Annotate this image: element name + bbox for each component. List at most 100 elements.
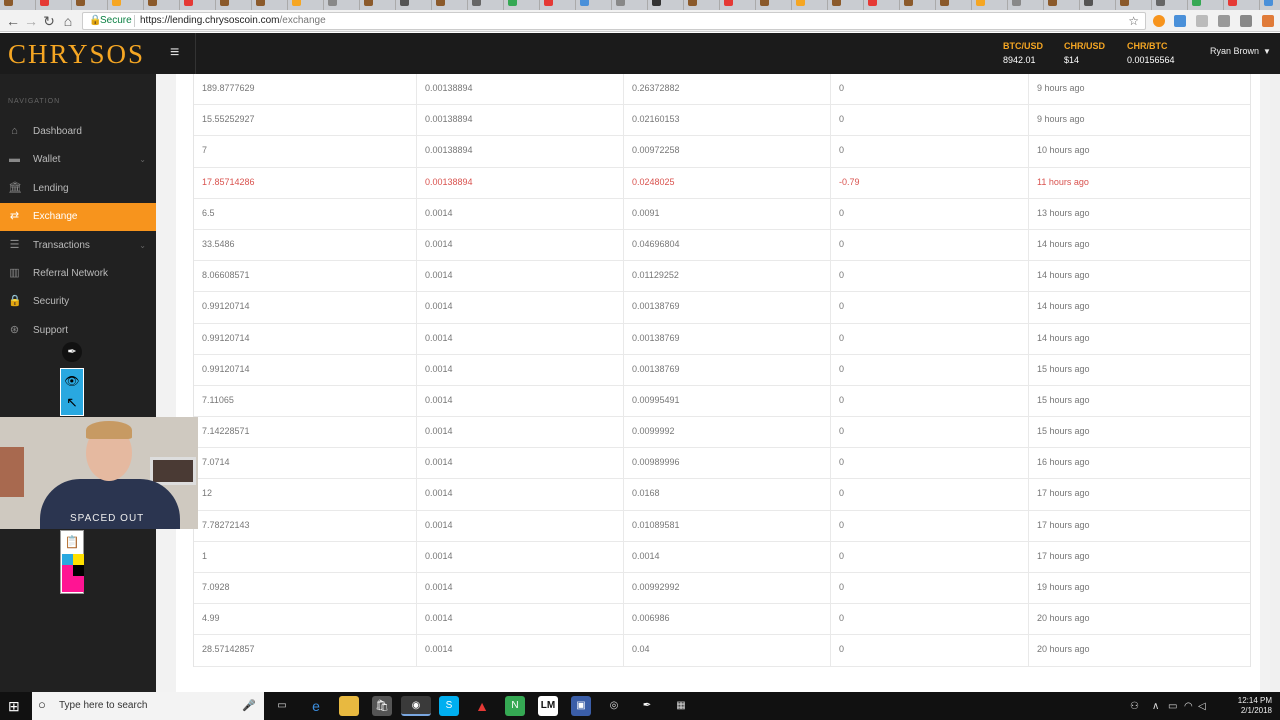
color-swatch-cyan[interactable] <box>62 554 73 565</box>
table-cell: 0.00138894 <box>417 167 624 199</box>
extension-icon[interactable] <box>1262 15 1274 27</box>
file-explorer-icon[interactable] <box>339 696 359 716</box>
menu-toggle-icon[interactable]: ≡ <box>170 43 184 63</box>
browser-tab[interactable] <box>36 0 72 10</box>
browser-tab[interactable] <box>288 0 324 10</box>
color-swatch-selected[interactable] <box>62 576 84 592</box>
browser-tab[interactable] <box>864 0 900 10</box>
extension-icon[interactable] <box>1153 15 1165 27</box>
wifi-icon[interactable]: ◠ <box>1184 701 1193 712</box>
address-bar[interactable]: 🔒 Secure https://lending.chrysoscoin.com… <box>82 12 1146 30</box>
volume-icon[interactable]: ◁ <box>1198 701 1206 712</box>
back-icon[interactable]: ← <box>4 12 22 30</box>
tab-favicon-icon <box>832 0 841 6</box>
bank-icon: 🏛 <box>8 182 22 194</box>
reload-icon[interactable]: ↻ <box>40 12 58 30</box>
browser-tab[interactable] <box>504 0 540 10</box>
color-swatch-magenta[interactable] <box>62 565 73 576</box>
browser-tab[interactable] <box>108 0 144 10</box>
browser-tab[interactable] <box>792 0 828 10</box>
sidebar-item-label: Security <box>33 296 70 307</box>
browser-tab[interactable] <box>144 0 180 10</box>
skype-icon[interactable]: S <box>439 696 459 716</box>
browser-tab[interactable] <box>432 0 468 10</box>
browser-tab[interactable] <box>612 0 648 10</box>
browser-tab[interactable] <box>72 0 108 10</box>
clock[interactable]: 12:14 PM 2/1/2018 <box>1238 696 1272 716</box>
chrome-icon[interactable]: ◉ <box>401 696 431 716</box>
color-swatch-black[interactable] <box>73 565 84 576</box>
cursor-icon[interactable]: ↖ <box>61 391 83 413</box>
clipboard-icon[interactable]: 📋 <box>63 533 81 551</box>
browser-tab[interactable] <box>756 0 792 10</box>
extension-icon[interactable] <box>1174 15 1186 27</box>
table-cell: 0.00995491 <box>624 385 831 417</box>
tab-favicon-icon <box>1156 0 1165 6</box>
sidebar-item-wallet[interactable]: ▬ Wallet ⌄ <box>0 146 156 174</box>
edge-icon[interactable]: e <box>306 696 326 716</box>
browser-tab[interactable] <box>1044 0 1080 10</box>
tab-favicon-icon <box>184 0 193 6</box>
browser-tab[interactable] <box>828 0 864 10</box>
table-cell: 10 hours ago <box>1037 145 1090 156</box>
browser-tab[interactable] <box>180 0 216 10</box>
extension-icon[interactable] <box>1196 15 1208 27</box>
browser-tab[interactable] <box>576 0 612 10</box>
browser-tab[interactable] <box>540 0 576 10</box>
sidebar-item-referral-network[interactable]: ▥ Referral Network <box>0 260 156 288</box>
sidebar-item-exchange[interactable]: ⇄ Exchange <box>0 203 156 231</box>
user-menu[interactable]: Ryan Brown ▼ <box>1210 46 1271 56</box>
browser-tab[interactable] <box>252 0 288 10</box>
windows-start-icon[interactable]: ⊞ <box>8 698 24 714</box>
browser-tab[interactable] <box>648 0 684 10</box>
eye-icon[interactable]: 👁 <box>61 371 83 391</box>
browser-tab[interactable] <box>720 0 756 10</box>
task-view-icon[interactable]: ▭ <box>272 696 292 716</box>
sidebar-item-lending[interactable]: 🏛 Lending <box>0 175 156 203</box>
app-icon[interactable]: ▣ <box>571 696 591 716</box>
browser-tab[interactable] <box>1152 0 1188 10</box>
tab-favicon-icon <box>940 0 949 6</box>
browser-tab[interactable] <box>900 0 936 10</box>
sidebar-item-support[interactable]: ⊛ Support <box>0 317 156 345</box>
browser-tab[interactable] <box>1116 0 1152 10</box>
app-icon[interactable]: N <box>505 696 525 716</box>
taskbar-search[interactable]: ○ Type here to search 🎤 <box>32 692 264 720</box>
extension-icon[interactable] <box>1218 15 1230 27</box>
chevron-up-icon[interactable]: ∧ <box>1152 701 1159 712</box>
sidebar-item-security[interactable]: 🔒 Security <box>0 288 156 316</box>
forward-icon[interactable]: → <box>22 12 40 30</box>
browser-tab[interactable] <box>1008 0 1044 10</box>
home-icon[interactable]: ⌂ <box>59 12 77 30</box>
browser-tab[interactable] <box>396 0 432 10</box>
browser-tab[interactable] <box>360 0 396 10</box>
page-scrollbar[interactable] <box>1270 74 1280 692</box>
browser-tab[interactable] <box>1260 0 1280 10</box>
browser-tab[interactable] <box>1224 0 1260 10</box>
browser-tab[interactable] <box>972 0 1008 10</box>
pen-tool-icon[interactable]: ✒ <box>62 342 82 362</box>
color-swatch-yellow[interactable] <box>73 554 84 565</box>
app-icon[interactable]: ▲ <box>472 696 492 716</box>
bookmark-star-icon[interactable]: ☆ <box>1128 13 1139 29</box>
app-icon[interactable]: ✒ <box>637 696 657 716</box>
browser-tab[interactable] <box>936 0 972 10</box>
browser-tab[interactable] <box>1080 0 1116 10</box>
browser-tab[interactable] <box>684 0 720 10</box>
app-icon[interactable]: LM <box>538 696 558 716</box>
browser-tab[interactable] <box>468 0 504 10</box>
microphone-icon[interactable]: 🎤 <box>242 699 256 712</box>
sidebar-item-transactions[interactable]: ☰ Transactions ⌄ <box>0 232 156 260</box>
store-icon[interactable]: 🛍 <box>372 696 392 716</box>
sidebar-item-dashboard[interactable]: ⌂ Dashboard <box>0 118 156 146</box>
app-icon[interactable]: ◎ <box>604 696 624 716</box>
people-icon[interactable]: ⚇ <box>1130 701 1139 712</box>
logo[interactable]: CHRYSOS <box>8 37 148 71</box>
browser-tab[interactable] <box>1188 0 1224 10</box>
browser-tab[interactable] <box>324 0 360 10</box>
battery-icon[interactable]: ▭ <box>1168 701 1177 712</box>
browser-tab[interactable] <box>0 0 36 10</box>
calculator-icon[interactable]: ▦ <box>671 696 691 716</box>
extension-icon[interactable] <box>1240 15 1252 27</box>
browser-tab[interactable] <box>216 0 252 10</box>
